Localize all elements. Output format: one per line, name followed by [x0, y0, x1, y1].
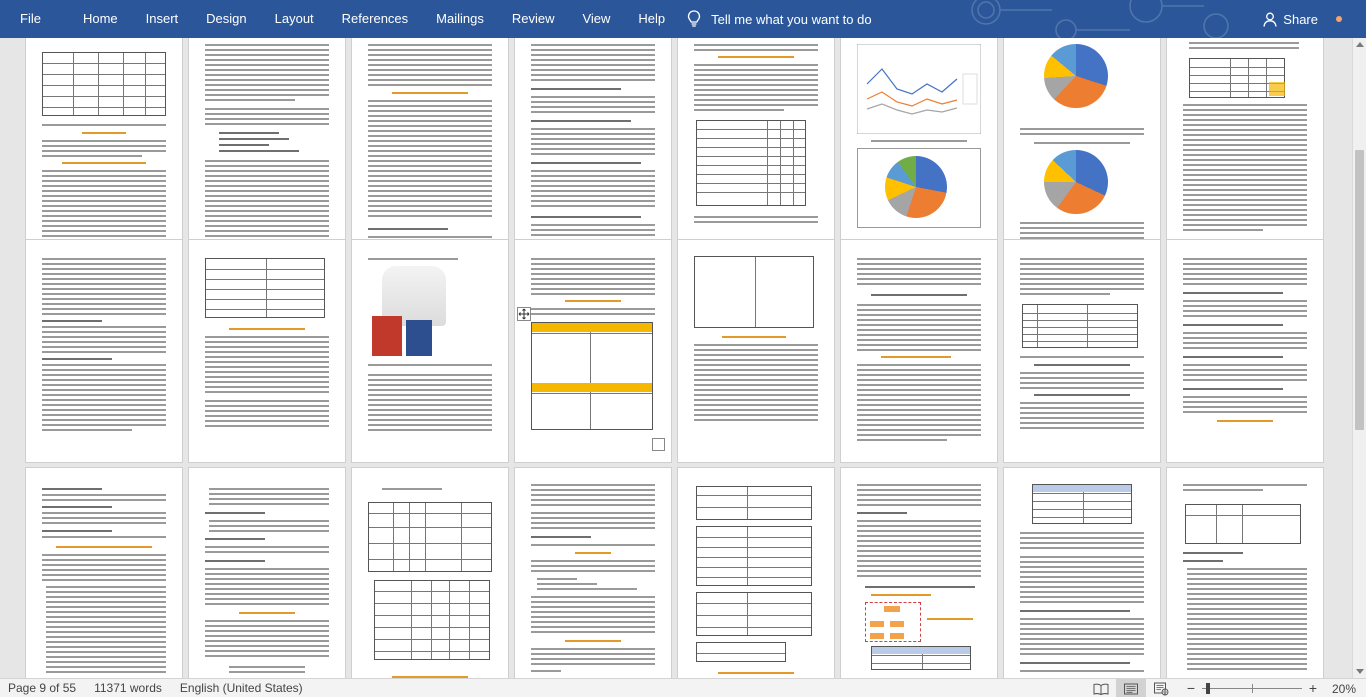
status-bar: Page 9 of 55 11371 words English (United… [0, 678, 1366, 697]
page-count[interactable]: Page 9 of 55 [0, 681, 85, 695]
page-thumbnail[interactable] [1004, 468, 1160, 678]
product-photo-thumbnail [372, 316, 402, 356]
menu-view[interactable]: View [568, 0, 624, 38]
share-button[interactable]: Share [1263, 0, 1318, 38]
page-thumbnail[interactable] [189, 468, 345, 678]
page-thumbnail[interactable] [1167, 240, 1323, 462]
page-thumbnail[interactable] [1004, 240, 1160, 462]
scroll-up-icon[interactable] [1356, 42, 1364, 47]
read-mode-button[interactable] [1086, 679, 1116, 697]
page-thumbnail[interactable] [26, 38, 182, 270]
document-area[interactable] [0, 38, 1366, 678]
print-layout-button[interactable] [1116, 679, 1146, 697]
page-thumbnail[interactable] [515, 38, 671, 270]
page-thumbnail[interactable] [841, 38, 997, 270]
page-thumbnail[interactable] [841, 240, 997, 462]
menu-file[interactable]: File [0, 0, 69, 38]
word-count[interactable]: 11371 words [85, 681, 171, 695]
menu-mailings[interactable]: Mailings [422, 0, 498, 38]
zoom-level[interactable]: 20% [1320, 682, 1366, 696]
page-thumbnail[interactable] [1004, 38, 1160, 270]
language-indicator[interactable]: English (United States) [171, 681, 312, 695]
page-thumbnail[interactable] [678, 240, 834, 462]
line-chart-thumbnail [857, 44, 981, 134]
page-thumbnail[interactable] [678, 468, 834, 678]
zoom-in-button[interactable]: + [1306, 679, 1320, 697]
menu-home[interactable]: Home [69, 0, 132, 38]
page-thumbnail[interactable] [515, 240, 671, 462]
web-icon [1154, 682, 1169, 695]
page-thumbnail[interactable] [189, 38, 345, 270]
page-thumbnail[interactable] [1167, 468, 1323, 678]
zoom-slider[interactable] [1202, 679, 1302, 697]
web-layout-button[interactable] [1146, 679, 1176, 697]
page-icon [1124, 683, 1138, 694]
ribbon-decoration-icon [971, 0, 1229, 38]
book-icon [1093, 683, 1109, 695]
page-thumbnail[interactable] [678, 38, 834, 270]
page-thumbnail[interactable] [515, 468, 671, 678]
tell-me-label: Tell me what you want to do [711, 11, 872, 27]
menu-references[interactable]: References [328, 0, 422, 38]
table-resize-handle-icon[interactable] [652, 438, 665, 451]
scroll-down-icon[interactable] [1356, 669, 1364, 674]
zoom-slider-knob[interactable] [1205, 683, 1210, 694]
menu-design[interactable]: Design [192, 0, 260, 38]
page-thumbnail[interactable] [1167, 38, 1323, 270]
menu-layout[interactable]: Layout [261, 0, 328, 38]
lightbulb-icon [688, 10, 701, 27]
page-thumbnail[interactable] [841, 468, 997, 678]
zoom-out-button[interactable]: − [1184, 679, 1198, 697]
product-photo-thumbnail [406, 320, 432, 356]
share-label: Share [1283, 11, 1318, 27]
view-controls: − + 20% [1086, 679, 1366, 697]
org-chart-thumbnail [865, 602, 921, 642]
notification-dot-icon [1336, 16, 1342, 22]
menu-help[interactable]: Help [624, 0, 679, 38]
person-icon [1263, 12, 1277, 27]
page-thumbnail[interactable] [189, 240, 345, 462]
tell-me-search[interactable]: Tell me what you want to do [687, 10, 872, 28]
page-thumbnail[interactable] [352, 468, 508, 678]
page-thumbnail[interactable] [26, 240, 182, 462]
menu-insert[interactable]: Insert [132, 0, 193, 38]
page-thumbnail[interactable] [352, 240, 508, 462]
ribbon-menu-bar: File Home Insert Design Layout Reference… [0, 0, 1366, 38]
vertical-scrollbar[interactable] [1352, 38, 1366, 678]
scroll-thumb[interactable] [1355, 150, 1364, 430]
page-thumbnail[interactable] [352, 38, 508, 270]
menu-review[interactable]: Review [498, 0, 569, 38]
table-move-handle-icon[interactable] [517, 307, 531, 321]
page-thumbnail[interactable] [26, 468, 182, 678]
